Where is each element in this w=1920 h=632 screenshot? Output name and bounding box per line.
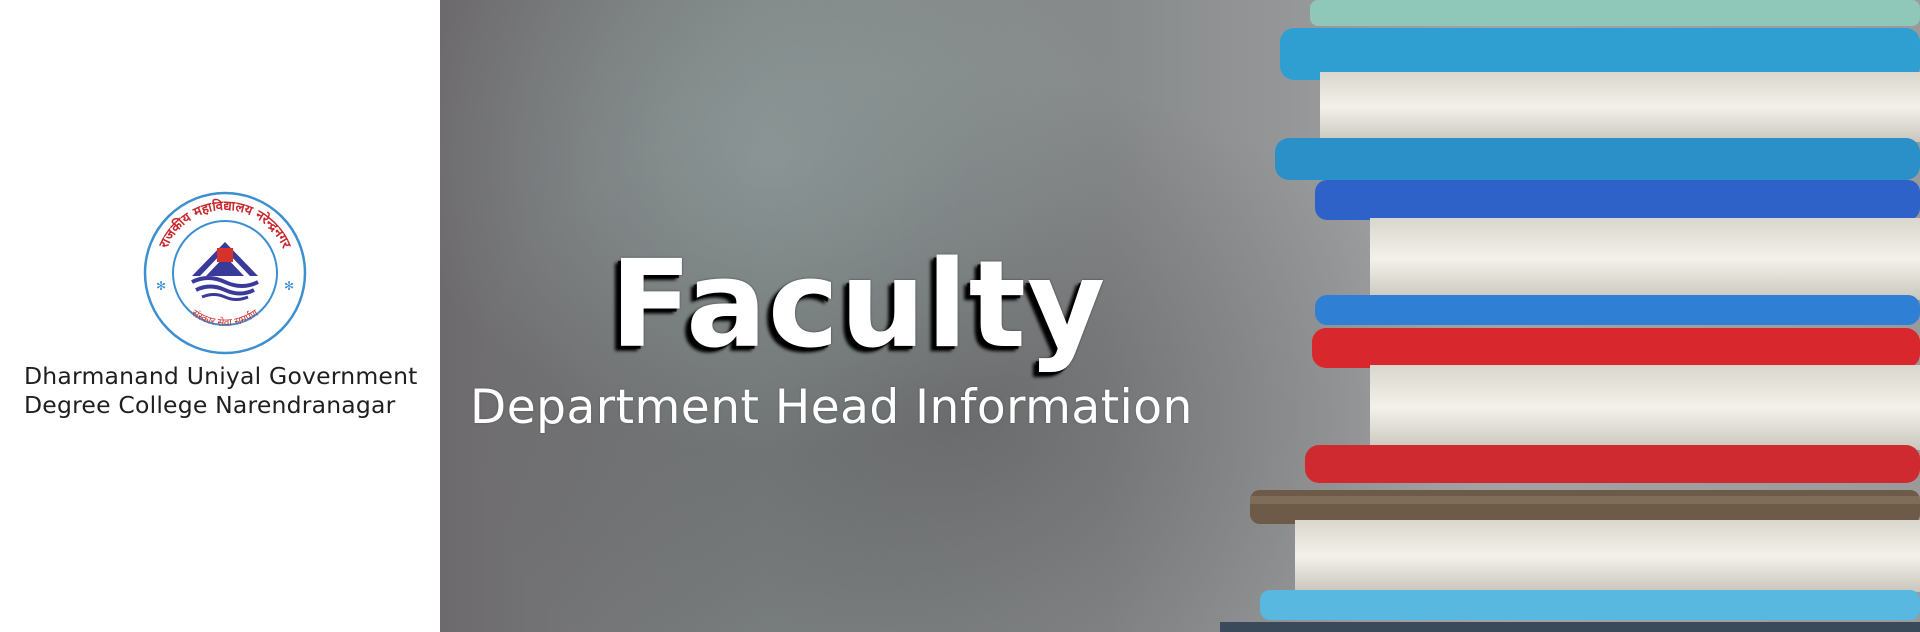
book-stack-image bbox=[1220, 0, 1920, 632]
page-title: Faculty bbox=[610, 236, 1107, 375]
college-name: Dharmanand Uniyal Government Degree Coll… bbox=[24, 362, 434, 420]
college-seal-logo[interactable]: राजकीय महाविद्यालय नरेन्द्रनगर संस्कार स… bbox=[142, 190, 308, 356]
logo-panel: राजकीय महाविद्यालय नरेन्द्रनगर संस्कार स… bbox=[0, 0, 440, 632]
seal-star-left-icon: ✻ bbox=[156, 279, 166, 293]
header-banner: राजकीय महाविद्यालय नरेन्द्रनगर संस्कार स… bbox=[0, 0, 1920, 632]
seal-star-right-icon: ✻ bbox=[284, 279, 294, 293]
page-subtitle: Department Head Information bbox=[470, 380, 1193, 435]
college-name-line1: Dharmanand Uniyal Government bbox=[24, 362, 418, 390]
college-name-line2: Degree College Narendranagar bbox=[24, 391, 396, 419]
